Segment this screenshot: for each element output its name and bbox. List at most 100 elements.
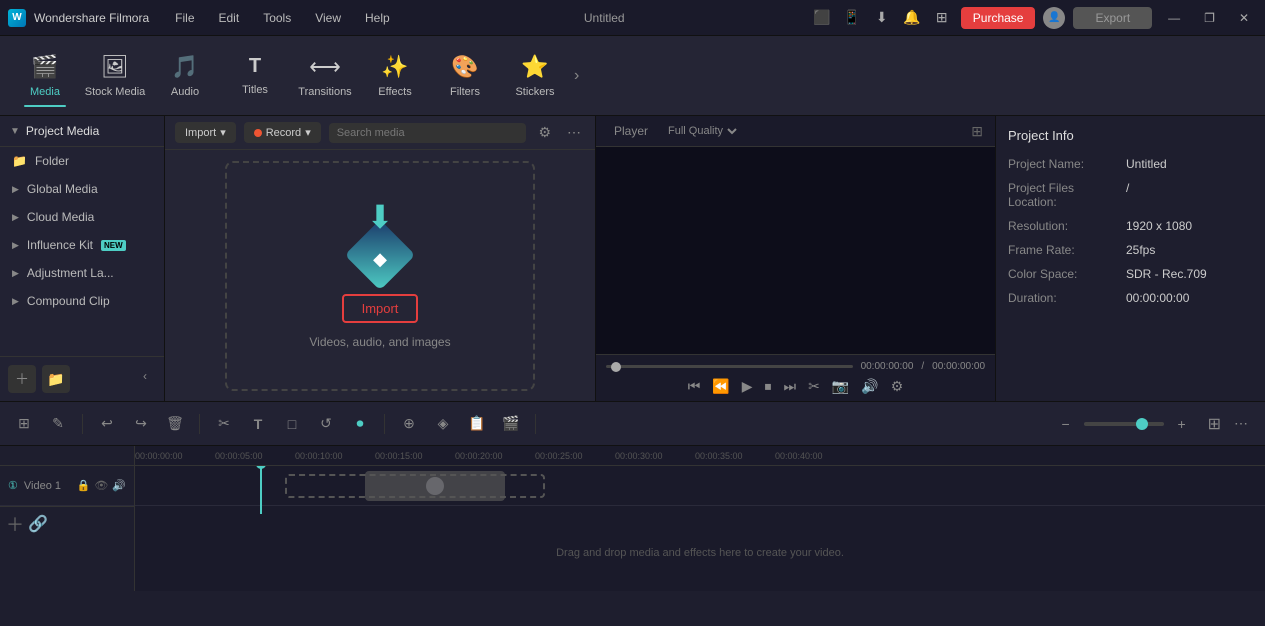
zoom-minus-button[interactable]: − xyxy=(1052,410,1080,438)
split-button[interactable]: ✂ xyxy=(808,378,820,395)
export-button[interactable]: Export xyxy=(1073,7,1152,29)
zoom-plus-button[interactable]: + xyxy=(1168,410,1196,438)
mobile-btn[interactable]: 📱 xyxy=(841,7,863,29)
ruler-mark-5s: 00:00:05:00 xyxy=(215,451,263,463)
tl-delete-button[interactable]: 🗑 xyxy=(161,410,189,438)
stop-button[interactable]: ⏹ xyxy=(765,378,772,395)
volume-button[interactable]: 🔊 xyxy=(861,378,878,395)
toolbar-effects[interactable]: ✨ Effects xyxy=(360,41,430,111)
skip-back-button[interactable]: ⏮ xyxy=(688,378,701,395)
sidebar-item-folder[interactable]: 📁 Folder xyxy=(0,147,164,175)
cloud-media-arrow: ▶ xyxy=(12,212,19,223)
ruler-mark-40s: 00:00:40:00 xyxy=(775,451,823,463)
tl-more-button[interactable]: ⋯ xyxy=(1227,410,1255,438)
tl-copy-button[interactable]: 📋 xyxy=(463,410,491,438)
tl-cut-button[interactable]: ✂ xyxy=(210,410,238,438)
colorspace-label: Color Space: xyxy=(1008,267,1118,281)
timeline-tracks: Drag and drop media and effects here to … xyxy=(135,466,1265,591)
tl-undo-button[interactable]: ↩ xyxy=(93,410,121,438)
stickers-icon: ⭐ xyxy=(521,54,548,80)
tl-record-button[interactable]: ⏺ xyxy=(346,410,374,438)
download-btn[interactable]: ⬇ xyxy=(871,7,893,29)
lock-icon[interactable]: 🔒 xyxy=(77,479,91,492)
add-media-button[interactable]: ＋ xyxy=(8,365,36,393)
sidebar-item-cloud-media[interactable]: ▶ Cloud Media xyxy=(0,203,164,231)
avatar[interactable]: 👤 xyxy=(1043,7,1065,29)
zoom-slider[interactable] xyxy=(1084,422,1164,426)
toolbar-stickers[interactable]: ⭐ Stickers xyxy=(500,41,570,111)
grid-icon[interactable]: ⊞ xyxy=(931,7,953,29)
tl-sep-2 xyxy=(199,414,200,434)
skip-forward-button[interactable]: ⏭ xyxy=(784,378,797,395)
main-content: ▼ Project Media 📁 Folder ▶ Global Media … xyxy=(0,116,1265,401)
menu-view[interactable]: View xyxy=(307,7,349,29)
tl-text-button[interactable]: T xyxy=(244,410,272,438)
tl-mark-button[interactable]: □ xyxy=(278,410,306,438)
info-row-framerate: Frame Rate: 25fps xyxy=(1008,243,1253,257)
sidebar-item-adjustment-la[interactable]: ▶ Adjustment La... xyxy=(0,259,164,287)
sidebar-item-compound-clip[interactable]: ▶ Compound Clip xyxy=(0,287,164,315)
tl-add-button[interactable]: ⊕ xyxy=(395,410,423,438)
screen-btn[interactable]: ⬛ xyxy=(811,7,833,29)
maximize-button[interactable]: ❐ xyxy=(1196,11,1223,25)
folder-button[interactable]: 📁 xyxy=(42,365,70,393)
toolbar-media[interactable]: 🎬 Media xyxy=(10,41,80,111)
tl-scenes-button[interactable]: ⊞ xyxy=(10,410,38,438)
menu-file[interactable]: File xyxy=(167,7,202,29)
record-dropdown-button[interactable]: Record ▾ xyxy=(244,122,321,143)
settings-icon[interactable]: ⚙ xyxy=(891,378,904,395)
sidebar-collapse-arrow[interactable]: ▼ xyxy=(10,126,20,137)
toolbar-filters[interactable]: 🎨 Filters xyxy=(430,41,500,111)
toolbar-stock-media[interactable]: 🖼 Stock Media xyxy=(80,41,150,111)
toolbar-transitions[interactable]: ⟷ Transitions xyxy=(290,41,360,111)
add-track-icon[interactable]: ＋ xyxy=(6,511,24,537)
tl-edit-button[interactable]: ✎ xyxy=(44,410,72,438)
info-row-duration: Duration: 00:00:00:00 xyxy=(1008,291,1253,305)
bell-icon[interactable]: 🔔 xyxy=(901,7,923,29)
mute-icon[interactable]: 🔊 xyxy=(112,479,126,492)
adjustment-la-arrow: ▶ xyxy=(12,268,19,279)
tl-redo-button[interactable]: ↪ xyxy=(127,410,155,438)
sidebar-toggle-button[interactable]: ‹ xyxy=(134,365,156,387)
close-button[interactable]: ✕ xyxy=(1231,11,1257,25)
link-icon[interactable]: 🔗 xyxy=(28,514,48,534)
toolbar-more-chevron[interactable]: › xyxy=(574,67,579,85)
snapshot-button[interactable]: 📷 xyxy=(832,378,849,395)
tl-view-toggle-button[interactable]: ⊞ xyxy=(1208,414,1221,434)
quality-select[interactable]: Full Quality xyxy=(664,124,740,138)
timeline-body: ① Video 1 🔒 👁 🔊 ＋ 🔗 00:00:00:00 00:00:0 xyxy=(0,446,1265,591)
import-button[interactable]: Import xyxy=(342,294,419,323)
info-row-colorspace: Color Space: SDR - Rec.709 xyxy=(1008,267,1253,281)
menu-edit[interactable]: Edit xyxy=(211,7,248,29)
right-panel: Project Info Project Name: Untitled Proj… xyxy=(995,116,1265,401)
player-tab[interactable]: Player xyxy=(608,122,654,140)
influence-kit-label: Influence Kit xyxy=(27,238,93,252)
more-options-icon[interactable]: ⋯ xyxy=(563,122,585,143)
search-input[interactable] xyxy=(329,123,527,143)
ruler-mark-35s: 00:00:35:00 xyxy=(695,451,743,463)
global-media-arrow: ▶ xyxy=(12,184,19,195)
purchase-button[interactable]: Purchase xyxy=(961,7,1036,29)
tl-loop-button[interactable]: ↺ xyxy=(312,410,340,438)
play-button[interactable]: ▶ xyxy=(742,378,753,395)
sidebar-item-global-media[interactable]: ▶ Global Media xyxy=(0,175,164,203)
record-chevron-icon: ▾ xyxy=(305,126,311,139)
filter-icon[interactable]: ⚙ xyxy=(534,122,555,143)
transitions-icon: ⟷ xyxy=(309,54,341,80)
ruler-mark-10s: 00:00:10:00 xyxy=(295,451,343,463)
minimize-button[interactable]: — xyxy=(1160,11,1188,25)
sidebar-item-influence-kit[interactable]: ▶ Influence Kit NEW xyxy=(0,231,164,259)
toolbar-titles[interactable]: T Titles xyxy=(220,41,290,111)
tl-marker-button[interactable]: ◈ xyxy=(429,410,457,438)
import-dropdown-button[interactable]: Import ▾ xyxy=(175,122,236,143)
visibility-icon[interactable]: 👁 xyxy=(94,479,108,492)
tl-clip-button[interactable]: 🎬 xyxy=(497,410,525,438)
files-label: Project Files Location: xyxy=(1008,181,1118,209)
menu-tools[interactable]: Tools xyxy=(255,7,299,29)
effects-icon: ✨ xyxy=(381,54,408,80)
player-expand-icon[interactable]: ⊞ xyxy=(971,123,983,140)
menu-help[interactable]: Help xyxy=(357,7,398,29)
progress-bar[interactable] xyxy=(606,365,853,368)
toolbar-audio[interactable]: 🎵 Audio xyxy=(150,41,220,111)
frame-back-button[interactable]: ⏪ xyxy=(712,378,729,395)
